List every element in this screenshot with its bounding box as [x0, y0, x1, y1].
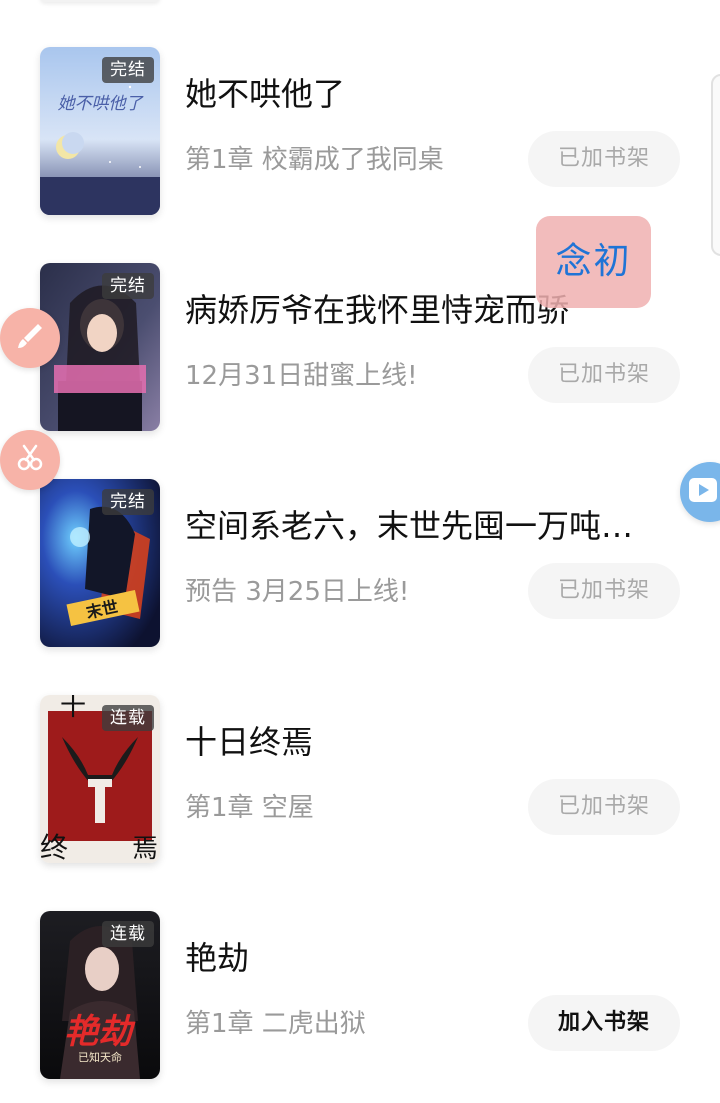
book-title[interactable]: 十日终焉 — [185, 721, 655, 763]
cover-title-text: 她不哄他了 — [58, 94, 145, 114]
scissors-button[interactable] — [0, 430, 60, 490]
status-tag: 连载 — [102, 705, 154, 731]
book-row[interactable]: 她不哄他了 完结 她不哄他了 第1章 校霸成了我同桌 已加书架 — [0, 47, 720, 217]
book-row[interactable]: 末世 完结 空间系老六，末世先囤一万吨猪… 预告 3月25日上线! 已加书架 — [0, 479, 720, 649]
book-subtitle: 第1章 校霸成了我同桌 — [185, 145, 444, 175]
scissors-icon — [14, 442, 46, 478]
book-subtitle: 第1章 空屋 — [185, 793, 314, 823]
page: 她不哄他了 完结 她不哄他了 第1章 校霸成了我同桌 已加书架 完结 病娇厉爷在… — [0, 0, 720, 1103]
cover-subtitle-text: 已知天命 — [78, 1050, 122, 1064]
cover-text-top: 十 — [60, 695, 86, 722]
cover-text-bottom-right: 焉 — [132, 834, 158, 863]
floating-name-tag[interactable]: 念初 — [536, 216, 651, 308]
added-to-shelf-button[interactable]: 已加书架 — [528, 563, 680, 619]
book-title[interactable]: 她不哄他了 — [185, 73, 655, 115]
status-tag: 完结 — [102, 273, 154, 299]
status-tag: 连载 — [102, 921, 154, 947]
added-to-shelf-button[interactable]: 已加书架 — [528, 779, 680, 835]
book-cover[interactable]: 艳劫 已知天命 连载 — [40, 911, 160, 1079]
book-title[interactable]: 艳劫 — [185, 937, 655, 979]
added-to-shelf-button[interactable]: 已加书架 — [528, 131, 680, 187]
status-tag: 完结 — [102, 489, 154, 515]
book-cover[interactable]: 十 终 焉 连载 — [40, 695, 160, 863]
cover-text-bottom-left: 终 — [40, 831, 68, 863]
brush-button[interactable] — [0, 308, 60, 368]
book-row[interactable]: 艳劫 已知天命 连载 艳劫 第1章 二虎出狱 加入书架 — [0, 911, 720, 1081]
book-title[interactable]: 空间系老六，末世先囤一万吨猪… — [185, 505, 655, 547]
book-subtitle: 预告 3月25日上线! — [185, 577, 410, 607]
add-to-shelf-button[interactable]: 加入书架 — [528, 995, 680, 1051]
book-subtitle: 12月31日甜蜜上线! — [185, 361, 418, 391]
side-panel-edge[interactable] — [711, 74, 720, 256]
brush-icon — [14, 320, 46, 356]
status-tag: 完结 — [102, 57, 154, 83]
added-to-shelf-button[interactable]: 已加书架 — [528, 347, 680, 403]
book-row[interactable]: 十 终 焉 连载 十日终焉 第1章 空屋 已加书架 — [0, 695, 720, 865]
book-cover[interactable]: 她不哄他了 完结 — [40, 47, 160, 215]
book-subtitle: 第1章 二虎出狱 — [185, 1009, 366, 1039]
play-icon — [688, 477, 718, 507]
book-cover[interactable]: 末世 完结 — [40, 479, 160, 647]
book-list: 她不哄他了 完结 她不哄他了 第1章 校霸成了我同桌 已加书架 完结 病娇厉爷在… — [0, 0, 720, 1103]
cover-title-text: 艳劫 — [64, 1012, 136, 1052]
